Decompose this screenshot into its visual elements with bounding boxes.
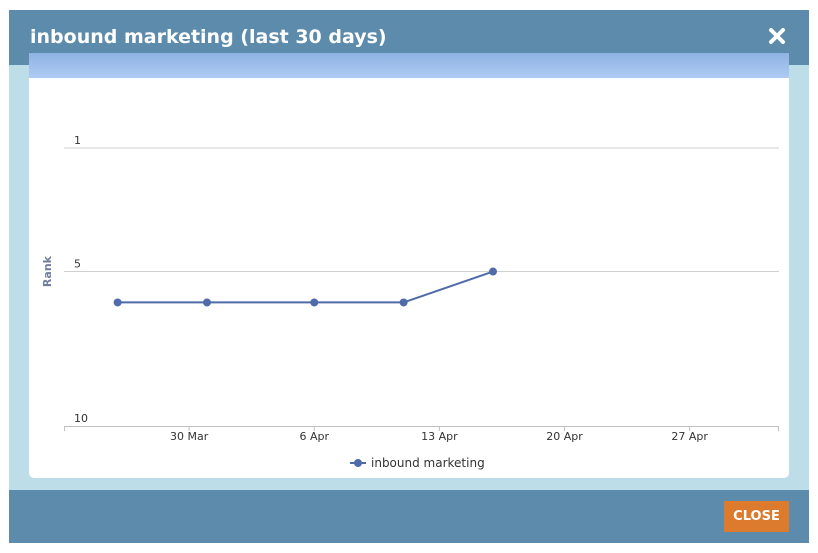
data-point [113, 298, 122, 307]
x-tick-label: 20 Apr [546, 430, 583, 443]
data-point [399, 298, 408, 307]
header-strip [29, 53, 789, 78]
y-tick-label: 5 [74, 258, 81, 271]
data-point [203, 298, 211, 307]
dialog-footer [9, 490, 809, 543]
legend-label: inbound marketing [371, 456, 485, 470]
dialog-title: inbound marketing (last 30 days) [30, 26, 387, 48]
rank-dialog: inbound marketing (last 30 days) 1 5 10 Ran… [9, 10, 809, 543]
series-line [117, 270, 494, 304]
x-tick-label: 30 Mar [170, 430, 209, 443]
close-button[interactable]: CLOSE [724, 501, 789, 532]
x-tick-label: 6 Apr [299, 430, 329, 443]
y-tick-label: 1 [74, 134, 81, 147]
x-tick-label: 27 Apr [671, 430, 708, 443]
legend-swatch-marker [354, 459, 362, 467]
chart-panel: 1 5 10 Rank 30 Mar 6 Apr 13 Apr 20 Apr 27 Apr in… [29, 78, 789, 478]
y-tick-label: 10 [74, 412, 88, 425]
y-axis-label: Rank [41, 255, 54, 287]
close-icon[interactable] [767, 26, 787, 46]
rank-chart: 1 5 10 Rank 30 Mar 6 Apr 13 Apr 20 Apr 27 Apr in… [41, 134, 779, 470]
x-tick-label: 13 Apr [421, 430, 458, 443]
data-point [489, 267, 497, 276]
data-point [310, 298, 319, 307]
